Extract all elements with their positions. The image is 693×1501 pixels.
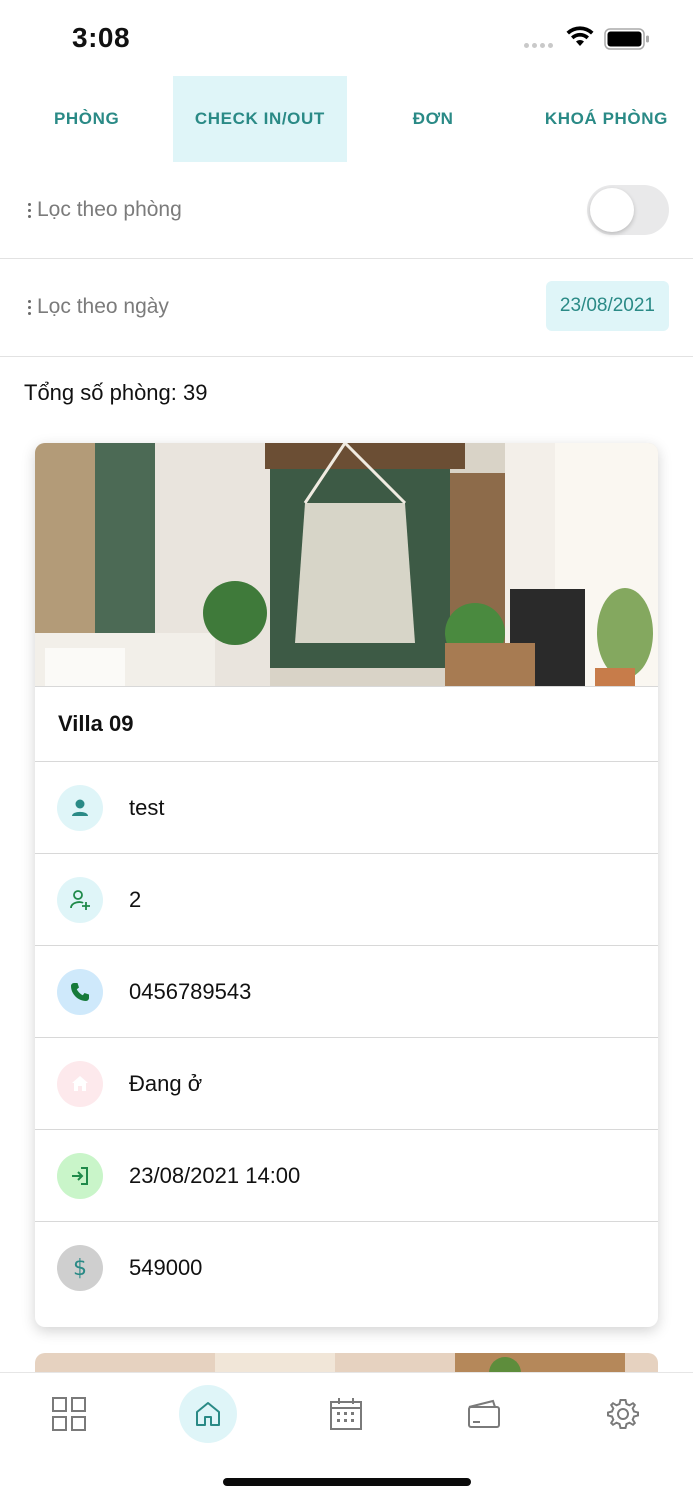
checkin-value: 23/08/2021 14:00 [129, 1163, 301, 1188]
room-filter-label: Lọc theo phòng [37, 198, 182, 221]
wifi-icon [566, 26, 594, 46]
phone-value: 0456789543 [129, 979, 252, 1004]
drag-handle-icon [28, 299, 31, 315]
top-tabs: PHÒNG CHECK IN/OUT ĐƠN KHOÁ PHÒNG [0, 76, 693, 162]
room-filter-row: Lọc theo phòng [0, 162, 693, 259]
date-filter-label: Lọc theo ngày [37, 295, 169, 318]
status-value: Đang ở [129, 1071, 203, 1096]
guest-name-value: test [129, 795, 165, 820]
toggle-knob [590, 188, 634, 232]
nav-grid-button[interactable] [40, 1385, 98, 1443]
tab-phong[interactable]: PHÒNG [0, 76, 173, 162]
cellular-signal-icon [524, 43, 553, 48]
login-icon [57, 1153, 103, 1199]
guest-count-row: 2 [35, 854, 658, 946]
gear-icon [607, 1399, 639, 1429]
room-card[interactable]: Villa 09 test 2 0456789543 Đang ở 23/08/… [35, 443, 658, 1327]
price-value: 549000 [129, 1255, 203, 1280]
dollar-icon: $ [57, 1245, 103, 1291]
drag-handle-icon [28, 202, 31, 218]
total-rooms-text: Tổng số phòng: 39 [24, 380, 208, 405]
person-icon [57, 785, 103, 831]
status-bar: 3:08 [0, 0, 693, 76]
battery-icon [604, 28, 649, 50]
checkin-row: 23/08/2021 14:00 [35, 1130, 658, 1222]
phone-row: 0456789543 [35, 946, 658, 1038]
nav-calendar-button[interactable] [317, 1385, 375, 1443]
guests-add-icon [57, 877, 103, 923]
room-name: Villa 09 [58, 711, 134, 736]
tab-khoa-phong[interactable]: KHOÁ PHÒNG [520, 76, 693, 162]
status-row: Đang ở [35, 1038, 658, 1130]
room-name-row: Villa 09 [35, 686, 658, 762]
date-picker-button[interactable]: 23/08/2021 [545, 281, 669, 331]
wallet-icon [468, 1399, 500, 1428]
home-icon [57, 1061, 103, 1107]
guest-name-row: test [35, 762, 658, 854]
tab-don[interactable]: ĐƠN [347, 76, 520, 162]
nav-home-button[interactable] [179, 1385, 237, 1443]
room-filter-toggle[interactable] [587, 185, 669, 235]
nav-settings-button[interactable] [594, 1385, 652, 1443]
calendar-icon [330, 1398, 362, 1430]
tab-check-in-out[interactable]: CHECK IN/OUT [173, 76, 347, 162]
home-icon [196, 1402, 220, 1426]
phone-icon [57, 969, 103, 1015]
nav-wallet-button[interactable] [455, 1385, 513, 1443]
grid-icon [52, 1397, 86, 1431]
status-time: 3:08 [72, 22, 131, 53]
home-indicator [223, 1478, 471, 1486]
guest-count-value: 2 [129, 887, 142, 912]
date-filter-row: Lọc theo ngày 23/08/2021 [0, 259, 693, 357]
price-row: $ 549000 [35, 1222, 658, 1314]
room-photo [35, 443, 658, 686]
